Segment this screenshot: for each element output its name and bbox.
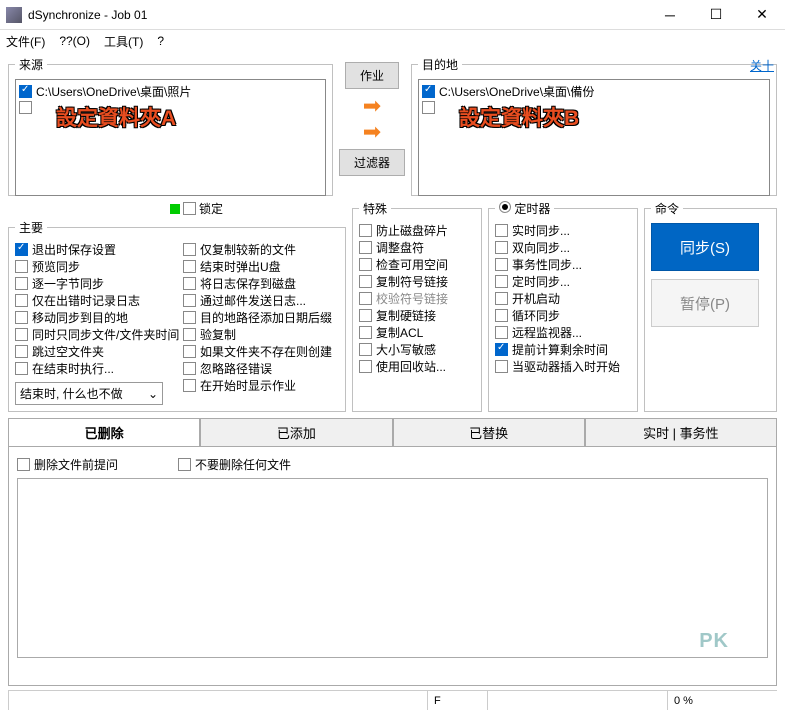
opt-log-errors[interactable]: [15, 294, 28, 307]
chevron-down-icon: ⌄: [148, 387, 158, 401]
tab-deleted[interactable]: 已删除: [8, 418, 200, 446]
arrow-right-icon: ➡: [363, 123, 381, 141]
dest-path: C:\Users\OneDrive\桌面\備份: [439, 83, 594, 100]
main-legend: 主要: [15, 219, 47, 236]
tab-realtime[interactable]: 实时 | 事务性: [585, 418, 777, 446]
status-led-icon: [170, 204, 180, 214]
end-action-select[interactable]: 结束时, 什么也不做⌄: [15, 382, 163, 405]
source-empty-checkbox[interactable]: [19, 101, 32, 114]
window-title: dSynchronize - Job 01: [28, 8, 647, 22]
status-progress: 0 %: [667, 691, 777, 710]
special-legend: 特殊: [359, 200, 391, 217]
menu-file[interactable]: 文件(F): [6, 33, 45, 50]
tm-on-drive-insert[interactable]: [495, 360, 508, 373]
tab-added[interactable]: 已添加: [200, 418, 392, 446]
tm-remote-mon[interactable]: [495, 326, 508, 339]
tm-transactional[interactable]: [495, 258, 508, 271]
dest-path-checkbox[interactable]: [422, 85, 435, 98]
tm-boot[interactable]: [495, 292, 508, 305]
arrow-right-icon: ➡: [363, 97, 381, 115]
watermark: PK: [699, 630, 729, 653]
tab-panel: 删除文件前提问 不要删除任何文件 PK: [8, 446, 777, 686]
tm-bidir[interactable]: [495, 241, 508, 254]
tm-loop[interactable]: [495, 309, 508, 322]
command-group: 命令 同步(S) 暂停(P): [644, 200, 777, 412]
menu-help[interactable]: ?: [157, 34, 164, 48]
sp-no-frag[interactable]: [359, 224, 372, 237]
close-button[interactable]: ✕: [739, 0, 785, 30]
tm-realtime[interactable]: [495, 224, 508, 237]
status-f: F: [427, 691, 487, 710]
opt-preview[interactable]: [15, 260, 28, 273]
close-link[interactable]: 关十: [750, 57, 774, 74]
menu-tools[interactable]: 工具(T): [104, 33, 143, 50]
opt-email-log[interactable]: [183, 294, 196, 307]
opt-show-job-start[interactable]: [183, 379, 196, 392]
timer-group: 定时器 实时同步... 双向同步... 事务性同步... 定时同步... 开机启…: [488, 200, 638, 412]
opt-skip-empty[interactable]: [15, 345, 28, 358]
dest-empty-checkbox[interactable]: [422, 101, 435, 114]
source-legend: 来源: [15, 56, 47, 73]
timer-radio[interactable]: [499, 201, 511, 213]
dest-group: 关十 目的地 C:\Users\OneDrive\桌面\備份 設定資料夾B: [411, 56, 777, 196]
lock-label: 锁定: [199, 200, 223, 217]
maximize-button[interactable]: ☐: [693, 0, 739, 30]
tm-scheduled[interactable]: [495, 275, 508, 288]
sp-check-space[interactable]: [359, 258, 372, 271]
sp-case-sensitive[interactable]: [359, 343, 372, 356]
status-bar: F 0 %: [8, 690, 777, 710]
opt-eject-usb[interactable]: [183, 260, 196, 273]
opt-create-folder[interactable]: [183, 345, 196, 358]
opt-run-on-end[interactable]: [15, 362, 28, 375]
lock-checkbox[interactable]: [183, 202, 196, 215]
sp-verify-symlink: [359, 292, 372, 305]
filter-button[interactable]: 过滤器: [339, 149, 405, 176]
sp-recycle-bin[interactable]: [359, 360, 372, 373]
sync-button[interactable]: 同步(S): [651, 223, 759, 271]
tm-precalc[interactable]: [495, 343, 508, 356]
special-group: 特殊 防止磁盘碎片 调整盘符 检查可用空间 复制符号链接 校验符号链接 复制硬链…: [352, 200, 482, 412]
tab-replaced[interactable]: 已替换: [393, 418, 585, 446]
opt-date-suffix[interactable]: [183, 311, 196, 324]
job-button[interactable]: 作业: [345, 62, 399, 89]
command-legend: 命令: [651, 200, 683, 217]
annotation-a: 設定資料夾A: [56, 102, 176, 132]
opt-save-on-exit[interactable]: [15, 243, 28, 256]
opt-ignore-path-err[interactable]: [183, 362, 196, 375]
opt-prompt-delete[interactable]: [17, 458, 30, 471]
main-options-group: 主要 退出时保存设置 预览同步 逐一字节同步 仅在出错时记录日志 移动同步到目的…: [8, 219, 346, 412]
minimize-button[interactable]: ─: [647, 0, 693, 30]
source-list[interactable]: C:\Users\OneDrive\桌面\照片 設定資料夾A: [15, 79, 326, 196]
annotation-b: 設定資料夾B: [459, 102, 579, 132]
dest-list[interactable]: C:\Users\OneDrive\桌面\備份 設定資料夾B: [418, 79, 770, 196]
opt-save-log[interactable]: [183, 277, 196, 290]
log-area[interactable]: PK: [17, 478, 768, 658]
opt-copy-newer[interactable]: [183, 243, 196, 256]
sp-hardlink[interactable]: [359, 309, 372, 322]
app-icon: [6, 7, 22, 23]
dest-legend: 目的地: [418, 56, 462, 73]
pause-button[interactable]: 暂停(P): [651, 279, 759, 327]
sp-copy-symlink[interactable]: [359, 275, 372, 288]
opt-sync-time[interactable]: [15, 328, 28, 341]
sp-copy-acl[interactable]: [359, 326, 372, 339]
source-path-checkbox[interactable]: [19, 85, 32, 98]
opt-verify-copy[interactable]: [183, 328, 196, 341]
sp-adjust-drive[interactable]: [359, 241, 372, 254]
opt-byte-sync[interactable]: [15, 277, 28, 290]
opt-move-sync[interactable]: [15, 311, 28, 324]
source-path: C:\Users\OneDrive\桌面\照片: [36, 83, 191, 100]
source-group: 来源 C:\Users\OneDrive\桌面\照片 設定資料夾A: [8, 56, 333, 196]
menu-unknown[interactable]: ??(O): [59, 34, 90, 48]
opt-no-delete[interactable]: [178, 458, 191, 471]
